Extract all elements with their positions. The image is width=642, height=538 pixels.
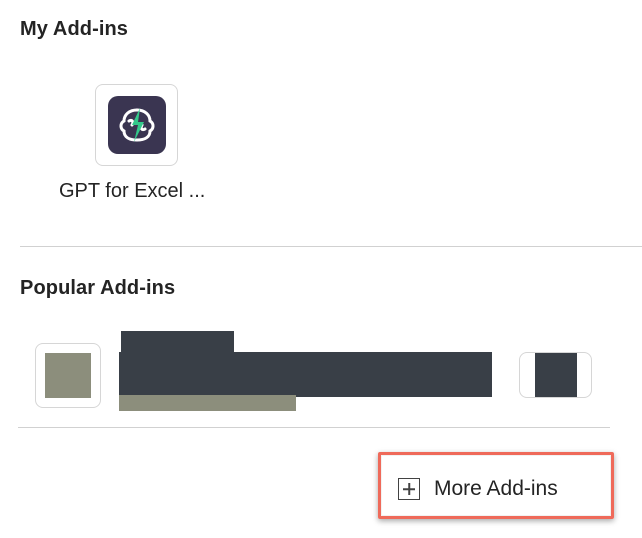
popular-addin-icon-redacted [45, 353, 91, 398]
footer-divider [18, 427, 610, 428]
addin-name-label[interactable]: GPT for Excel ... [59, 180, 219, 203]
section-divider [20, 246, 642, 247]
redacted-addin-name-top [121, 331, 234, 353]
popular-addin-icon-tile[interactable] [35, 343, 101, 408]
plus-square-icon [398, 478, 420, 500]
redacted-addin-publisher [119, 395, 296, 411]
my-addins-title: My Add-ins [20, 18, 129, 40]
add-button-redacted [535, 353, 577, 397]
popular-addins-title: Popular Add-ins [20, 277, 176, 299]
add-addin-button[interactable] [519, 352, 592, 398]
addin-tile-gpt-for-excel[interactable] [95, 84, 178, 166]
gpt-for-excel-logo-icon [107, 96, 166, 154]
more-addins-button[interactable]: More Add-ins [398, 470, 558, 508]
more-addins-label: More Add-ins [434, 477, 558, 500]
redacted-addin-name[interactable] [119, 352, 492, 397]
